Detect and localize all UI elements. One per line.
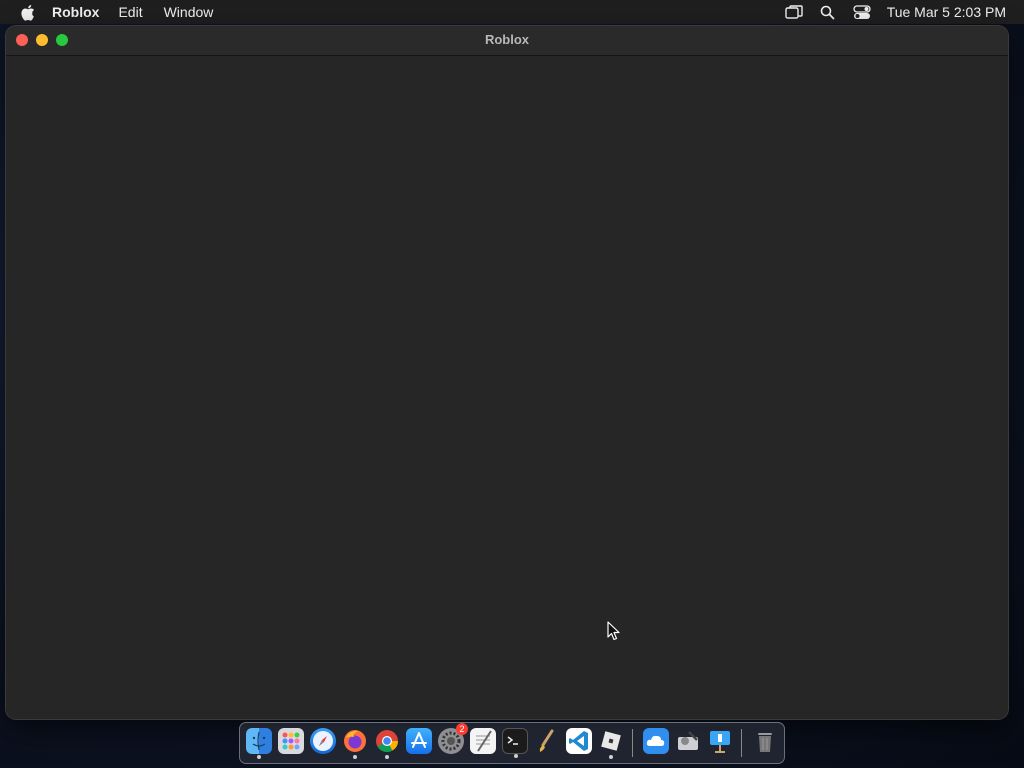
window-titlebar[interactable]: Roblox bbox=[6, 26, 1008, 56]
menu-edit[interactable]: Edit bbox=[118, 4, 142, 20]
safari-icon[interactable] bbox=[310, 728, 336, 754]
running-indicator bbox=[353, 755, 357, 759]
finder-icon[interactable] bbox=[246, 728, 272, 759]
apple-menu-icon[interactable] bbox=[18, 3, 36, 21]
running-indicator bbox=[385, 755, 389, 759]
spotlight-search-icon[interactable] bbox=[817, 2, 839, 22]
terminal-icon[interactable] bbox=[502, 728, 528, 758]
screen-mirroring-icon[interactable] bbox=[783, 2, 805, 22]
running-indicator bbox=[609, 755, 613, 759]
menu-app-name[interactable]: Roblox bbox=[52, 4, 99, 20]
mouse-cursor-icon bbox=[607, 621, 621, 641]
window-title: Roblox bbox=[484, 32, 530, 47]
running-indicator bbox=[514, 754, 518, 758]
app-store-icon[interactable] bbox=[406, 728, 432, 754]
dock-separator bbox=[741, 729, 742, 757]
chrome-icon[interactable] bbox=[374, 728, 400, 759]
trash-icon[interactable] bbox=[752, 728, 778, 754]
textedit-icon[interactable] bbox=[470, 728, 496, 754]
roblox-window: Roblox bbox=[6, 26, 1008, 719]
roblox-studio-icon[interactable] bbox=[534, 728, 560, 754]
running-indicator bbox=[257, 755, 261, 759]
icloud-icon[interactable] bbox=[643, 728, 669, 754]
dock-separator bbox=[632, 729, 633, 757]
game-content-area[interactable] bbox=[6, 56, 1008, 719]
roblox-icon[interactable] bbox=[598, 728, 624, 759]
menu-window[interactable]: Window bbox=[164, 4, 214, 20]
launchpad-icon[interactable] bbox=[278, 728, 304, 754]
system-settings-icon[interactable]: 2 bbox=[438, 723, 468, 754]
keynote-icon[interactable] bbox=[707, 728, 733, 754]
control-center-icon[interactable] bbox=[851, 2, 873, 22]
disk-utility-icon[interactable] bbox=[675, 728, 701, 754]
firefox-icon[interactable] bbox=[342, 728, 368, 759]
vscode-icon[interactable] bbox=[566, 728, 592, 754]
menu-bar-clock[interactable]: Tue Mar 5 2:03 PM bbox=[887, 4, 1006, 20]
menu-bar: Roblox Edit Window Tue Mar 5 2:03 PM bbox=[0, 0, 1024, 24]
notification-badge: 2 bbox=[456, 723, 468, 735]
dock: 2 bbox=[239, 722, 785, 764]
